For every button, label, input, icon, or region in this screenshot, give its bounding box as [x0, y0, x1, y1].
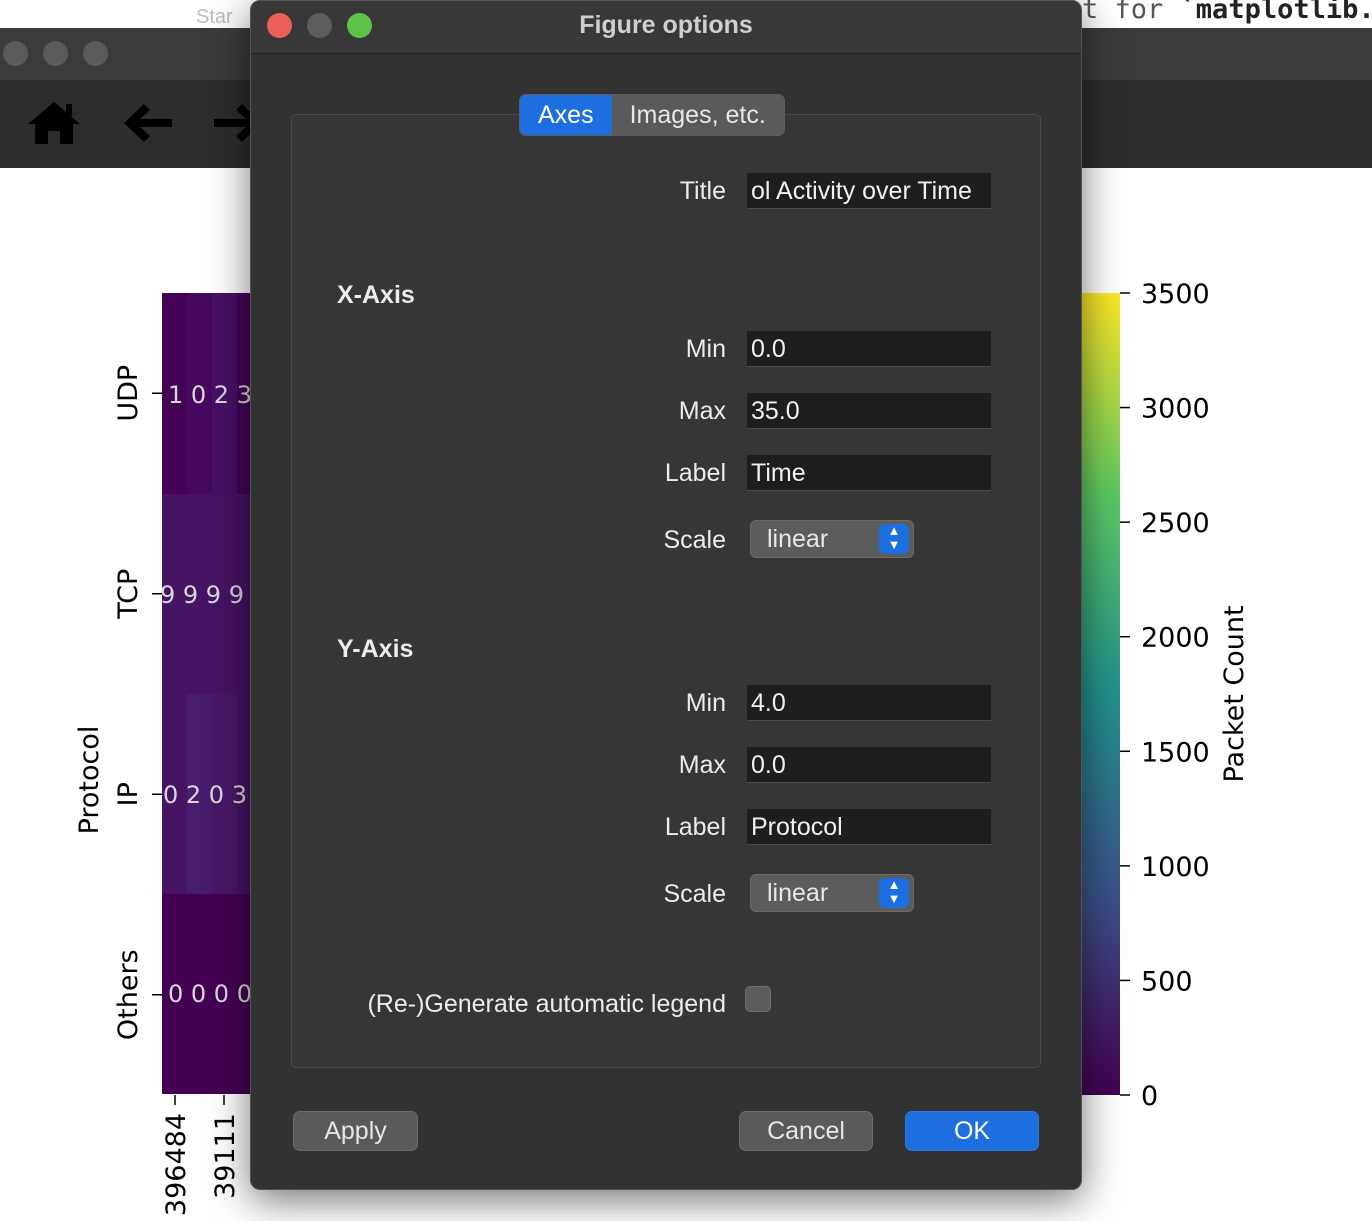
y-tick-label: Others — [113, 949, 144, 1040]
y-max-input[interactable]: 0.0 — [747, 747, 991, 783]
colorbar-tick-label: 3000 — [1141, 394, 1210, 425]
figure-options-dialog: Figure options Axes Images, etc. Title o… — [250, 0, 1082, 1190]
colorbar-tick-label: 500 — [1141, 966, 1193, 997]
colorbar-tick-label: 0 — [1141, 1081, 1158, 1112]
dialog-title: Figure options — [579, 11, 753, 39]
x-max-label: Max — [678, 397, 726, 425]
apply-button[interactable]: Apply — [293, 1111, 418, 1151]
dialog-tabs: Axes Images, etc. — [519, 94, 785, 136]
colorbar — [1080, 293, 1120, 1095]
y-axis-heading: Y-Axis — [337, 635, 414, 663]
y-scale-label: Scale — [663, 880, 726, 908]
colorbar-tick-label: 3500 — [1141, 279, 1210, 310]
x-axis-heading: X-Axis — [337, 281, 415, 309]
cancel-button[interactable]: Cancel — [739, 1111, 873, 1151]
colorbar-tick-label: 1000 — [1141, 852, 1210, 883]
background-editor-text: t for `matplotlib.py — [1082, 0, 1372, 25]
legend-label: (Re-)Generate automatic legend — [367, 990, 726, 1018]
colorbar-label: Packet Count — [1219, 605, 1250, 782]
tab-axes[interactable]: Axes — [520, 95, 612, 135]
y-scale-select[interactable]: linear ▲ ▼ — [750, 874, 914, 912]
plot-minimize-button[interactable] — [43, 41, 68, 66]
axes-panel: Title ol Activity over Time X-Axis Min 0… — [291, 114, 1041, 1068]
y-tick-label: IP — [113, 782, 144, 806]
x-max-input[interactable]: 35.0 — [747, 393, 991, 429]
home-icon[interactable] — [26, 100, 82, 155]
title-input[interactable]: ol Activity over Time — [747, 173, 991, 209]
x-min-input[interactable]: 0.0 — [747, 331, 991, 367]
x-scale-value: linear — [767, 525, 829, 553]
y-tick-label: UDP — [113, 365, 144, 422]
chevron-updown-icon: ▲ ▼ — [879, 878, 909, 908]
chevron-updown-icon: ▲ ▼ — [879, 524, 909, 554]
colorbar-tick-label: 1500 — [1141, 737, 1210, 768]
y-max-label: Max — [678, 751, 726, 779]
y-label-label: Label — [664, 813, 726, 841]
x-scale-label: Scale — [663, 526, 726, 554]
colorbar-tick-label: 2500 — [1141, 508, 1210, 539]
ok-button[interactable]: OK — [905, 1111, 1039, 1151]
y-scale-value: linear — [767, 879, 829, 907]
plot-zoom-button[interactable] — [83, 41, 108, 66]
x-label-input[interactable]: Time — [747, 455, 991, 491]
title-label: Title — [679, 177, 726, 205]
dialog-titlebar: Figure options — [251, 1, 1081, 54]
x-tick-label: 39111 — [210, 1113, 241, 1199]
y-label-input[interactable]: Protocol — [747, 809, 991, 845]
x-tick-label: 396484 — [161, 1113, 192, 1216]
legend-checkbox[interactable] — [745, 986, 771, 1012]
x-min-label: Min — [685, 335, 726, 363]
y-axis-label: Protocol — [74, 726, 105, 835]
back-arrow-icon[interactable] — [120, 100, 176, 155]
x-scale-select[interactable]: linear ▲ ▼ — [750, 520, 914, 558]
cell-annotation-others: 0 0 0 0 — [168, 980, 252, 1008]
plot-close-button[interactable] — [3, 41, 28, 66]
tab-images[interactable]: Images, etc. — [611, 95, 784, 135]
plot-window-title: Star — [196, 6, 233, 28]
y-min-label: Min — [685, 689, 726, 717]
y-min-input[interactable]: 4.0 — [747, 685, 991, 721]
colorbar-tick-label: 2000 — [1141, 623, 1210, 654]
y-tick-label: TCP — [113, 569, 144, 620]
x-label-label: Label — [664, 459, 726, 487]
